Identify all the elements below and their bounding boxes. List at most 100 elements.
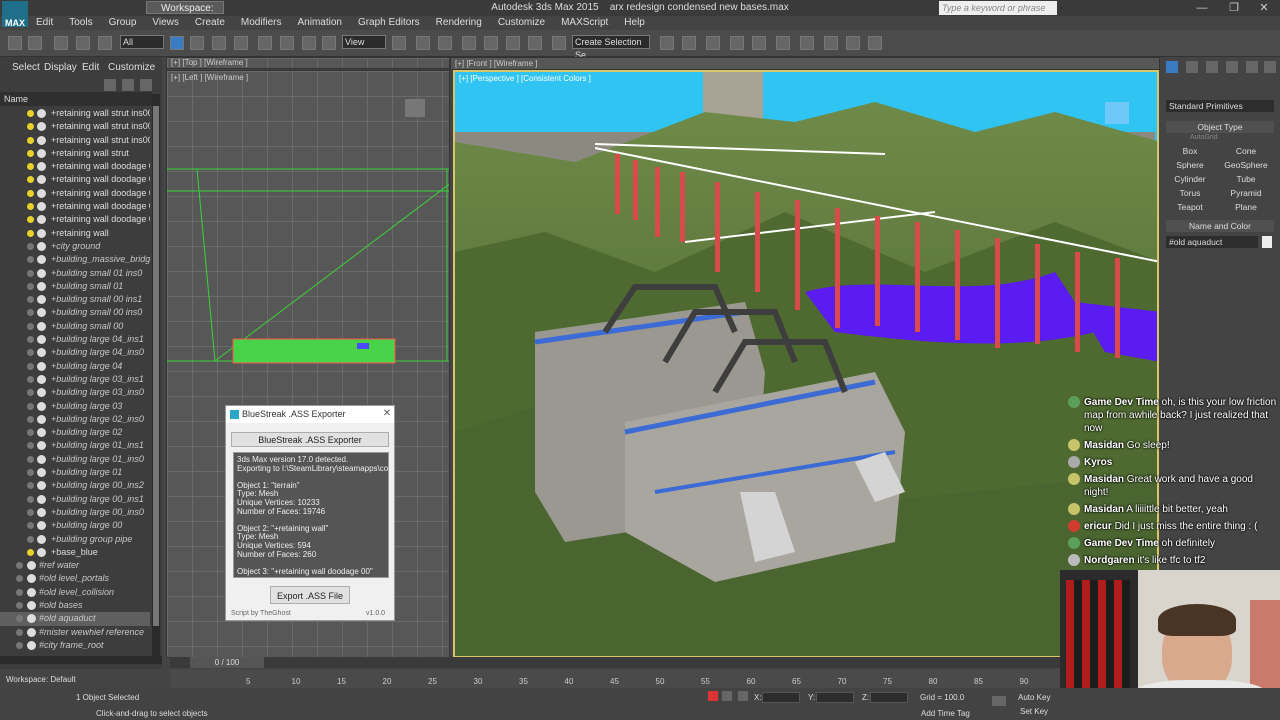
time-slider[interactable]: 0 / 100 xyxy=(170,657,1060,668)
scene-tree-row[interactable]: +building group pipe xyxy=(0,533,150,546)
dialog-header-button[interactable]: BlueStreak .ASS Exporter xyxy=(231,432,389,447)
scene-tree-row[interactable]: +retaining wall doodage 01 xyxy=(0,200,150,213)
render-icon[interactable] xyxy=(868,36,882,50)
object-color-swatch[interactable] xyxy=(1262,236,1272,248)
visibility-icon[interactable] xyxy=(37,215,46,225)
explorer-find-icon[interactable] xyxy=(104,79,116,91)
visibility-icon[interactable] xyxy=(27,640,36,650)
material-editor-icon[interactable] xyxy=(800,36,814,50)
scene-tree-row[interactable]: +building large 00_ins0 xyxy=(0,506,150,519)
edit-named-sel-icon[interactable] xyxy=(552,36,566,50)
scene-tree-row[interactable]: +retaining wall doodage 00 xyxy=(0,213,150,226)
light-bulb-icon[interactable] xyxy=(16,628,23,636)
visibility-icon[interactable] xyxy=(37,188,46,198)
name-column-header[interactable]: Name xyxy=(0,92,152,106)
visibility-icon[interactable] xyxy=(37,374,46,384)
visibility-icon[interactable] xyxy=(37,321,46,331)
move-icon[interactable] xyxy=(258,36,272,50)
light-bulb-icon[interactable] xyxy=(27,336,34,344)
visibility-icon[interactable] xyxy=(27,627,36,637)
scene-tree-row[interactable]: +building large 00 xyxy=(0,519,150,532)
name-color-rollout[interactable]: Name and Color xyxy=(1166,220,1274,232)
visibility-icon[interactable] xyxy=(37,335,46,345)
create-teapot-button[interactable]: Teapot xyxy=(1166,201,1214,213)
select-place-icon[interactable] xyxy=(322,36,336,50)
scene-tree-row[interactable]: +building large 02 xyxy=(0,426,150,439)
render-setup-icon[interactable] xyxy=(824,36,838,50)
visibility-icon[interactable] xyxy=(37,401,46,411)
scene-tree-row[interactable]: +retaining wall strut ins001 xyxy=(0,134,150,147)
visibility-icon[interactable] xyxy=(37,281,46,291)
create-pyramid-button[interactable]: Pyramid xyxy=(1222,187,1270,199)
light-bulb-icon[interactable] xyxy=(27,149,34,157)
named-selection-dropdown[interactable]: Create Selection Se xyxy=(572,35,650,60)
utilities-tab-icon[interactable] xyxy=(1264,61,1276,73)
ref-coord-dropdown[interactable]: View xyxy=(342,35,386,49)
visibility-icon[interactable] xyxy=(37,122,46,132)
light-bulb-icon[interactable] xyxy=(27,309,34,317)
key-icon[interactable] xyxy=(992,696,1006,706)
light-bulb-icon[interactable] xyxy=(27,415,34,423)
light-bulb-icon[interactable] xyxy=(27,296,34,304)
explorer-filter-icon[interactable] xyxy=(122,79,134,91)
menu-graph-editors[interactable]: Graph Editors xyxy=(358,17,420,28)
snap-toggle-icon[interactable] xyxy=(462,36,476,50)
viewport-front-label[interactable]: [+] [Front ] [Wireframe ] xyxy=(455,59,537,68)
visibility-icon[interactable] xyxy=(37,241,46,251)
visibility-icon[interactable] xyxy=(37,481,46,491)
scene-tree-row[interactable]: +building large 03 xyxy=(0,400,150,413)
scene-tree-row[interactable]: +base_blue xyxy=(0,546,150,559)
light-bulb-icon[interactable] xyxy=(27,282,34,290)
visibility-icon[interactable] xyxy=(27,614,36,624)
explorer-tab-select[interactable]: Select xyxy=(12,62,40,73)
light-bulb-icon[interactable] xyxy=(27,429,34,437)
light-bulb-icon[interactable] xyxy=(27,136,34,144)
visibility-icon[interactable] xyxy=(37,521,46,531)
light-bulb-icon[interactable] xyxy=(27,349,34,357)
workspace-footer[interactable]: Workspace: Default xyxy=(6,675,96,684)
light-bulb-icon[interactable] xyxy=(27,442,34,450)
manipulate-icon[interactable] xyxy=(416,36,430,50)
light-bulb-icon[interactable] xyxy=(16,588,23,596)
scene-tree-row[interactable]: +building large 03_ins0 xyxy=(0,386,150,399)
viewport-top-label[interactable]: [+] [Top ] [Wireframe ] xyxy=(171,58,248,67)
scene-tree-row[interactable]: +building large 01_ins1 xyxy=(0,439,150,452)
scene-tree-row[interactable]: +building large 04_ins0 xyxy=(0,346,150,359)
explorer-h-scrollbar[interactable] xyxy=(0,656,162,664)
set-key-button[interactable]: Set Key xyxy=(1020,707,1048,716)
visibility-icon[interactable] xyxy=(27,561,36,571)
modify-tab-icon[interactable] xyxy=(1186,61,1198,73)
menu-create[interactable]: Create xyxy=(195,17,225,28)
visibility-icon[interactable] xyxy=(37,348,46,358)
create-geosphere-button[interactable]: GeoSphere xyxy=(1222,159,1270,171)
explorer-options-icon[interactable] xyxy=(140,79,152,91)
light-bulb-icon[interactable] xyxy=(27,482,34,490)
viewport-top[interactable]: [+] [Top ] [Wireframe ] xyxy=(166,57,450,69)
light-bulb-icon[interactable] xyxy=(16,575,23,583)
create-torus-button[interactable]: Torus xyxy=(1166,187,1214,199)
menu-maxscript[interactable]: MAXScript xyxy=(561,17,608,28)
light-bulb-icon[interactable] xyxy=(16,562,23,570)
scene-tree-row[interactable]: +building large 01_ins0 xyxy=(0,453,150,466)
light-bulb-icon[interactable] xyxy=(27,242,34,250)
scene-tree-row[interactable]: +building large 00_ins2 xyxy=(0,479,150,492)
visibility-icon[interactable] xyxy=(37,507,46,517)
scene-tree-row[interactable]: +building large 03_ins1 xyxy=(0,373,150,386)
select-object-icon[interactable] xyxy=(170,36,184,50)
lock-selection-icon[interactable] xyxy=(722,691,732,701)
light-bulb-icon[interactable] xyxy=(27,455,34,463)
scene-tree-row[interactable]: #old bases xyxy=(0,599,150,612)
add-time-tag[interactable]: Add Time Tag xyxy=(921,709,970,718)
explorer-tab-edit[interactable]: Edit xyxy=(82,62,99,73)
time-slider-thumb[interactable]: 0 / 100 xyxy=(190,657,264,668)
visibility-icon[interactable] xyxy=(27,574,36,584)
mirror-icon[interactable] xyxy=(660,36,674,50)
rotate-icon[interactable] xyxy=(280,36,294,50)
object-name-field[interactable]: #old aquaduct xyxy=(1166,236,1258,248)
x-coord-field[interactable] xyxy=(762,692,800,703)
scene-tree-row[interactable]: #city frame_root xyxy=(0,639,150,652)
visibility-icon[interactable] xyxy=(37,135,46,145)
pivot-icon[interactable] xyxy=(392,36,406,50)
scene-tree-row[interactable]: +building small 00 xyxy=(0,320,150,333)
visibility-icon[interactable] xyxy=(37,454,46,464)
